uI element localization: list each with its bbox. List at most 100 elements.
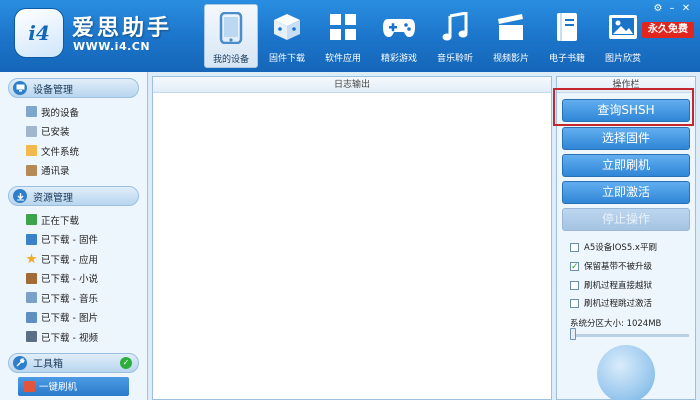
partition-label-text: 系统分区大小: (570, 319, 627, 329)
sidebar-item-downloaded-firmware[interactable]: 已下载 - 固件 (0, 230, 147, 250)
nav-ebooks[interactable]: 电子书籍 (540, 4, 594, 68)
sidebar-item-contacts[interactable]: 通讯录 (0, 161, 147, 181)
sidebar-section-device-management[interactable]: 设备管理 (8, 78, 139, 98)
option-label: 保留基带不被升级 (584, 262, 653, 272)
app-logo: i4 (14, 8, 64, 58)
nav-label: 视频影片 (492, 54, 529, 64)
item-label: 已安装 (41, 127, 70, 139)
sidebar-item-file-system[interactable]: 文件系统 (0, 141, 147, 161)
music-icon (26, 292, 37, 304)
app-url: WWW.i4.CN (73, 40, 151, 53)
nav-games[interactable]: 精彩游戏 (372, 4, 426, 68)
nav-music[interactable]: 音乐聆听 (428, 4, 482, 68)
box-icon (270, 10, 304, 44)
sidebar-item-downloading[interactable]: 正在下载 (0, 210, 147, 230)
log-output-panel[interactable]: 日志输出 (152, 76, 552, 400)
item-label: 正在下载 (41, 215, 80, 227)
option-label: 刷机过程直接越狱 (584, 281, 653, 291)
sidebar-section-resource-management[interactable]: 资源管理 (8, 186, 139, 206)
partition-size-label: 系统分区大小: 1024MB (570, 317, 661, 329)
sidebar-item-downloaded-images[interactable]: 已下载 - 图片 (0, 308, 147, 328)
folder-icon (26, 145, 37, 157)
close-icon[interactable]: ✕ (680, 3, 692, 15)
music-note-icon (438, 10, 472, 44)
flash-icon (24, 380, 35, 392)
device-icon (26, 106, 37, 118)
apps-grid-icon (326, 10, 360, 44)
option-label: A5设备IOS5.x平刷 (584, 243, 657, 253)
item-label: 通讯录 (41, 166, 70, 178)
nav-videos[interactable]: 视频影片 (484, 4, 538, 68)
contacts-icon (26, 164, 37, 176)
video-icon (26, 331, 37, 343)
minimize-icon[interactable]: – (666, 3, 678, 15)
section-label: 设备管理 (33, 84, 73, 96)
nav-label: 我的设备 (212, 55, 249, 65)
sidebar-item-downloaded-apps[interactable]: 已下载 - 应用 (0, 249, 147, 269)
nav-label: 软件应用 (324, 54, 361, 64)
clapperboard-icon (494, 10, 528, 44)
vip-badge[interactable]: 永久免费 (642, 22, 694, 38)
nav-software-apps[interactable]: 软件应用 (316, 4, 370, 68)
check-icon: ✓ (120, 356, 132, 369)
log-title: 日志输出 (153, 77, 551, 93)
sidebar-item-downloaded-music[interactable]: 已下载 - 音乐 (0, 288, 147, 308)
nav-label: 电子书籍 (548, 54, 585, 64)
mascot-avatar (597, 345, 655, 400)
checkbox[interactable] (570, 298, 579, 308)
nav-label: 音乐聆听 (436, 54, 473, 64)
nav-firmware-download[interactable]: 固件下载 (260, 4, 314, 68)
flash-now-button[interactable]: 立即刷机 (562, 154, 690, 177)
partition-size-value: 1024MB (626, 319, 662, 329)
sidebar-item-downloaded-videos[interactable]: 已下载 - 视频 (0, 327, 147, 347)
option-label: 刷机过程跳过激活 (584, 299, 653, 309)
item-label: 文件系统 (41, 146, 80, 158)
option-jailbreak-during-flash[interactable]: 刷机过程直接越狱 (570, 278, 652, 292)
phone-icon (214, 11, 248, 45)
image-icon (26, 311, 37, 323)
ios-icon (26, 233, 37, 245)
gamepad-icon (382, 10, 416, 44)
nav-my-device[interactable]: 我的设备 (204, 4, 258, 68)
section-label: 资源管理 (33, 192, 73, 204)
settings-icon[interactable]: ⚙ (652, 3, 664, 15)
stop-operation-button[interactable]: 停止操作 (562, 208, 690, 231)
monitor-icon (13, 81, 27, 95)
checkbox[interactable] (570, 242, 579, 252)
nav-label: 固件下载 (268, 54, 305, 64)
item-label: 一键刷机 (39, 382, 78, 394)
item-label: 已下载 - 小说 (41, 274, 98, 286)
main-nav: 我的设备 固件下载 软件应用 精彩游戏 音乐聆听 视频影片 电子书籍 图片欣赏 (204, 4, 652, 68)
installed-icon (26, 125, 37, 137)
sidebar-section-toolbox[interactable]: 工具箱 ✓ (8, 352, 139, 373)
nav-label: 图片欣赏 (604, 54, 641, 64)
picture-icon (606, 10, 640, 44)
sidebar-item-my-device[interactable]: 我的设备 (0, 102, 147, 122)
checkbox[interactable] (570, 280, 579, 290)
section-label: 工具箱 (33, 359, 63, 370)
sidebar-item-one-click-flash[interactable]: 一键刷机 (18, 376, 129, 396)
item-label: 我的设备 (41, 107, 80, 119)
item-label: 已下载 - 图片 (41, 313, 98, 325)
option-keep-baseband[interactable]: ✓ 保留基带不被升级 (570, 259, 652, 273)
select-firmware-button[interactable]: 选择固件 (562, 127, 690, 150)
novel-icon (26, 272, 37, 284)
sidebar-item-downloaded-novels[interactable]: 已下载 - 小说 (0, 269, 147, 289)
option-skip-activation[interactable]: 刷机过程跳过激活 (570, 296, 652, 310)
item-label: 已下载 - 固件 (41, 235, 98, 247)
sidebar: 设备管理 我的设备 已安装 文件系统 通讯录 资源管理 正在下载 已下载 - 固… (0, 72, 148, 400)
star-icon (26, 253, 37, 264)
logo-text: i4 (28, 21, 50, 45)
nav-label: 精彩游戏 (380, 54, 417, 64)
activate-now-button[interactable]: 立即激活 (562, 181, 690, 204)
wrench-icon (13, 355, 27, 370)
item-label: 已下载 - 应用 (41, 254, 98, 266)
download-icon (26, 214, 37, 226)
option-a5-ios5-reflash[interactable]: A5设备IOS5.x平刷 (570, 240, 657, 254)
checkbox-checked[interactable]: ✓ (570, 261, 579, 271)
highlight-box (553, 88, 694, 126)
sidebar-item-installed[interactable]: 已安装 (0, 122, 147, 142)
partition-slider-track[interactable] (571, 334, 689, 337)
partition-slider-thumb[interactable] (570, 328, 576, 340)
download-cloud-icon (13, 189, 27, 203)
